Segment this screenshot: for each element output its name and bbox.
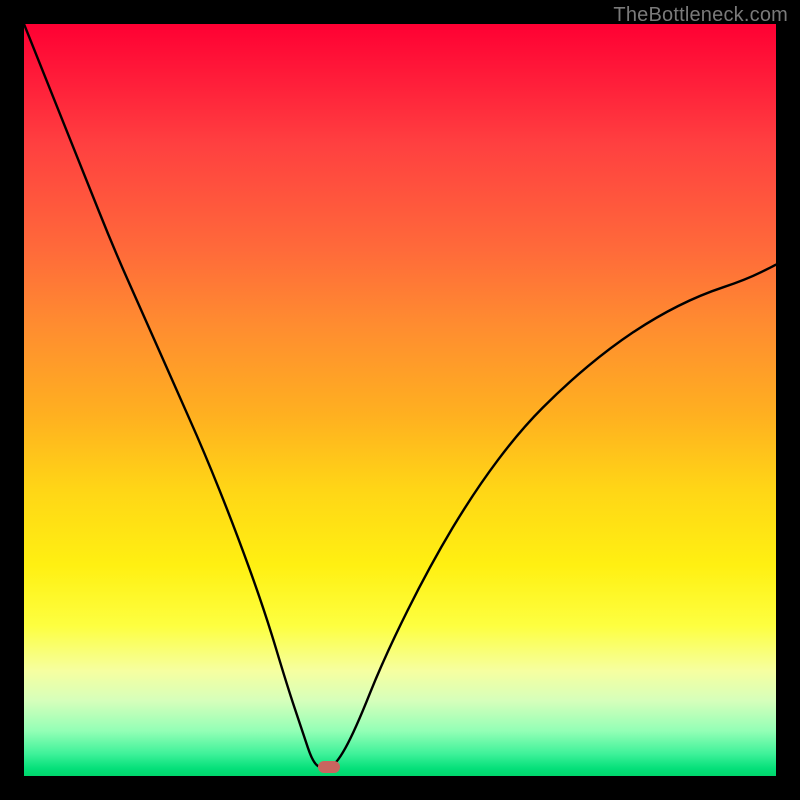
plot-area (24, 24, 776, 776)
watermark-text: TheBottleneck.com (613, 4, 788, 27)
bottleneck-curve (24, 24, 776, 776)
optimal-marker (318, 761, 340, 773)
chart-frame: TheBottleneck.com (0, 0, 800, 800)
